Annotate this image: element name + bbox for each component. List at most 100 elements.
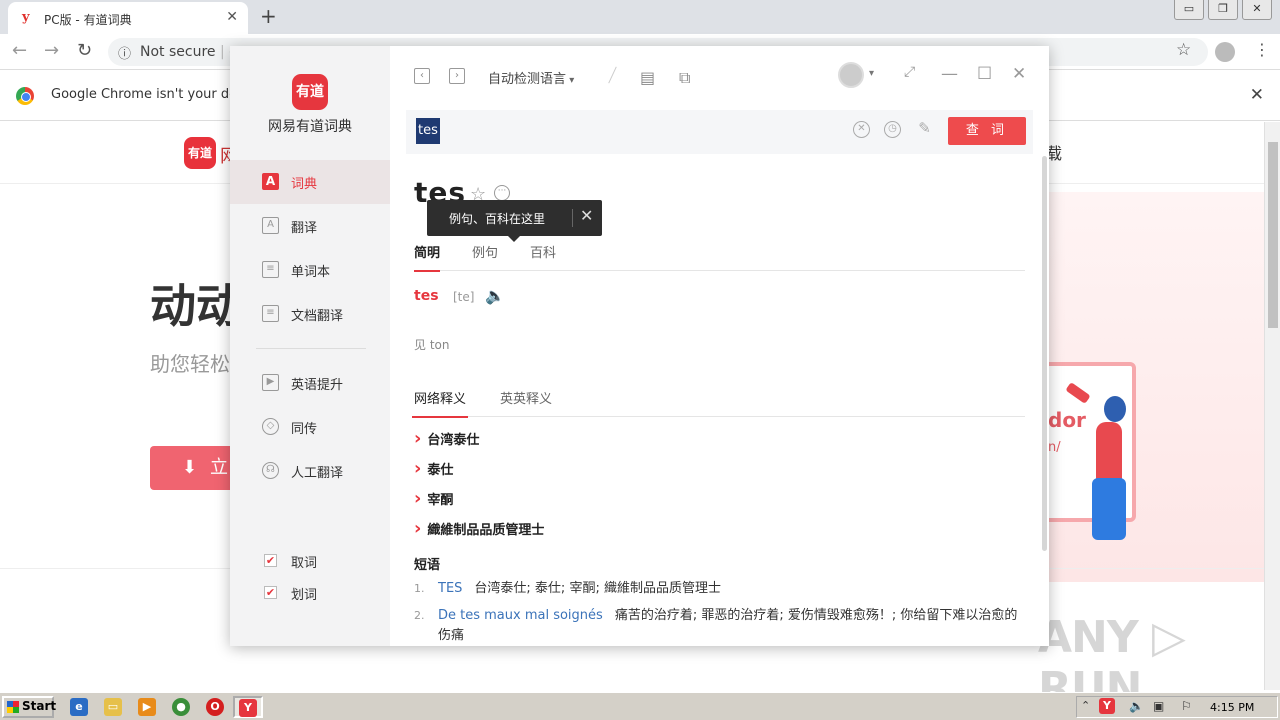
illustration-word: dor n/ (1048, 408, 1086, 455)
phrase-term[interactable]: De tes maux mal soignés (438, 608, 603, 623)
capture-word-label: 取词 (291, 556, 318, 571)
tab-close-icon[interactable]: ✕ (226, 9, 238, 25)
browser-tab-strip: y PC版 - 有道词典 ✕ + ▭ ❐ ✕ (0, 0, 1280, 34)
close-window-button[interactable]: ✕ (1242, 0, 1272, 20)
youdao-taskbar-button[interactable]: Y (233, 696, 263, 718)
phrase-term[interactable]: TES (438, 581, 462, 596)
compact-mode-icon[interactable]: ⤢ (904, 64, 915, 80)
english-improve-icon: ▶ (262, 374, 279, 391)
language-select[interactable]: 自动检测语言 (488, 68, 574, 87)
browser-tab[interactable]: y PC版 - 有道词典 ✕ (8, 2, 248, 34)
sidebar-item-interpretation[interactable]: ◇ 同传 (230, 405, 390, 449)
see-also[interactable]: 见 ton (414, 336, 449, 353)
flag-icon[interactable]: ⚐ (1181, 699, 1192, 713)
search-button[interactable]: 查 词 (948, 117, 1026, 145)
illustration-person-body (1096, 422, 1122, 482)
sidebar-item-document-translate[interactable]: ≡ 文档翻译 (230, 292, 390, 336)
more-options-icon[interactable]: ··· (494, 185, 510, 201)
definition-word: tes (414, 288, 439, 304)
search-input[interactable]: tes (416, 118, 440, 144)
minimize-icon[interactable]: — (941, 64, 958, 84)
ie-icon[interactable]: e (70, 698, 88, 716)
network-icon[interactable]: ▣ (1153, 699, 1164, 713)
select-word-checkbox[interactable]: ✔ (264, 586, 277, 599)
profile-avatar-icon[interactable] (1215, 42, 1235, 62)
history-icon[interactable]: ◷ (884, 121, 901, 138)
forward-arrow-icon[interactable]: → (44, 40, 59, 61)
window-controls: ▭ ❐ ✕ (1170, 0, 1272, 20)
web-logo[interactable]: 有道 (184, 137, 216, 169)
phrase-number: 2. (414, 609, 425, 622)
windows-logo-icon (7, 701, 19, 713)
tray-expand-icon[interactable]: ⌃ (1081, 699, 1090, 712)
dictionary-icon: A (262, 173, 279, 190)
tab-title: PC版 - 有道词典 (44, 13, 132, 27)
bookmark-star-icon[interactable]: ☆ (1176, 40, 1191, 60)
list-item[interactable]: 台湾泰仕 (414, 428, 479, 449)
screenshot-icon[interactable]: ⧉ (679, 68, 690, 88)
document-translate-icon: ≡ (262, 305, 279, 322)
document-icon[interactable]: ▤ (640, 68, 655, 87)
reload-icon[interactable]: ↻ (77, 40, 92, 61)
definition-tabs: 网络释义 英英释义 (411, 382, 1025, 418)
tooltip-text: 例句、百科在这里 (449, 212, 546, 226)
user-avatar-icon[interactable] (838, 62, 864, 88)
opera-icon[interactable]: O (206, 698, 224, 716)
page-scrollbar-thumb[interactable] (1268, 142, 1278, 328)
chrome-taskbar-icon[interactable]: ● (172, 698, 190, 716)
tooltip-close-icon[interactable]: ✕ (580, 206, 593, 225)
search-bar: tes ✕ ◷ ✎ 查 词 (406, 110, 1033, 154)
maximize-icon[interactable]: ☐ (977, 64, 992, 84)
tooltip-arrow (508, 236, 520, 242)
page-scrollbar[interactable] (1264, 122, 1280, 690)
sidebar-item-dictionary[interactable]: A 词典 (230, 160, 390, 204)
tab-examples[interactable]: 例句 (472, 242, 498, 261)
minimize-button[interactable]: ▭ (1174, 0, 1204, 20)
close-icon[interactable]: ✕ (1012, 64, 1026, 84)
volume-icon[interactable]: 🔈 (1129, 699, 1144, 713)
sidebar-item-english-improve[interactable]: ▶ 英语提升 (230, 361, 390, 405)
infobar-close-icon[interactable]: ✕ (1250, 85, 1264, 105)
back-icon[interactable]: ‹ (414, 68, 430, 84)
tab-encyclopedia[interactable]: 百科 (530, 242, 556, 261)
chevron-down-icon[interactable]: ▾ (869, 68, 874, 79)
youdao-favicon-icon: y (22, 10, 30, 25)
illustration-person-legs (1092, 478, 1126, 540)
tab-web-definitions[interactable]: 网络释义 (411, 388, 469, 418)
edit-icon[interactable]: ✎ (916, 121, 933, 138)
app-name: 网易有道词典 (268, 119, 352, 135)
youdao-dictionary-window: 有道 网易有道词典 A 词典 A 翻译 ≡ 单词本 ≡ 文档翻译 ▶ 英语提升 … (230, 46, 1049, 646)
restore-button[interactable]: ❐ (1208, 0, 1238, 20)
result-scrollbar[interactable] (1042, 156, 1047, 551)
tab-brief[interactable]: 简明 (414, 242, 441, 272)
clock: 4:15 PM (1210, 701, 1255, 714)
start-label: Start (22, 699, 57, 713)
list-item[interactable]: 宰酮 (414, 488, 453, 509)
wordbook-icon: ≡ (262, 261, 279, 278)
youdao-tray-icon[interactable]: Y (1099, 698, 1115, 714)
list-item[interactable]: 織維制品品质管理士 (414, 518, 544, 539)
back-arrow-icon[interactable]: ← (12, 40, 27, 61)
interpretation-icon: ◇ (262, 418, 279, 435)
folder-icon[interactable]: ▭ (104, 698, 122, 716)
forward-icon[interactable]: › (449, 68, 465, 84)
list-item[interactable]: 泰仕 (414, 458, 453, 479)
media-player-icon[interactable]: ▶ (138, 698, 156, 716)
sidebar-item-wordbook[interactable]: ≡ 单词本 (230, 248, 390, 292)
phrase-translation: 台湾泰仕; 泰仕; 宰酮; 織維制品品质管理士 (474, 581, 721, 596)
illustration-person-head (1104, 396, 1126, 422)
new-tab-button[interactable]: + (260, 4, 277, 28)
sidebar-divider (256, 348, 366, 349)
sidebar-item-label: 人工翻译 (291, 466, 344, 481)
tab-english-definitions[interactable]: 英英释义 (500, 388, 552, 407)
speaker-icon[interactable]: 🔈 (485, 286, 505, 305)
start-button[interactable]: Start (2, 696, 57, 718)
chrome-menu-icon[interactable]: ⋮ (1254, 40, 1270, 59)
sidebar-item-translate[interactable]: A 翻译 (230, 204, 390, 248)
capture-word-checkbox[interactable]: ✔ (264, 554, 277, 567)
hero-subtitle: 助您轻松 (150, 352, 230, 376)
clear-icon[interactable]: ✕ (853, 121, 870, 138)
phrase-heading: 短语 (414, 558, 441, 573)
sidebar-item-human-translate[interactable]: ☊ 人工翻译 (230, 449, 390, 493)
info-icon[interactable]: ⓘ (118, 43, 131, 62)
